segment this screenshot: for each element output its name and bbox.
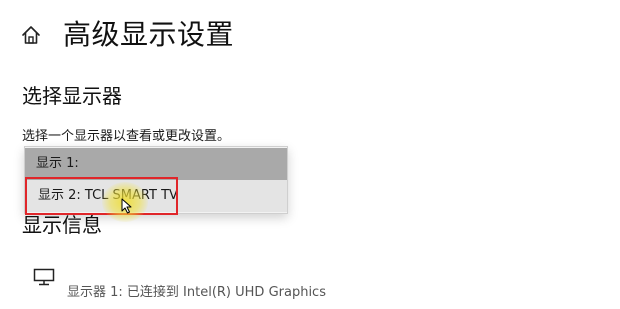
- display-option-2[interactable]: 显示 2: TCL SMART TV: [25, 180, 287, 212]
- select-display-hint: 选择一个显示器以查看或更改设置。: [22, 129, 231, 144]
- home-icon[interactable]: [20, 24, 42, 46]
- display-option-1[interactable]: 显示 1:: [25, 148, 287, 180]
- monitor-icon: [33, 268, 55, 286]
- display-select-dropdown[interactable]: 显示 1: 显示 2: TCL SMART TV: [24, 146, 288, 214]
- advanced-display-settings-page: 高级显示设置 选择显示器 选择一个显示器以查看或更改设置。 显示信息 显示 1:…: [0, 0, 620, 309]
- monitor-connection-info: 显示器 1: 已连接到 Intel(R) UHD Graphics: [67, 285, 326, 300]
- select-display-heading: 选择显示器: [22, 84, 122, 108]
- page-title: 高级显示设置: [63, 18, 235, 51]
